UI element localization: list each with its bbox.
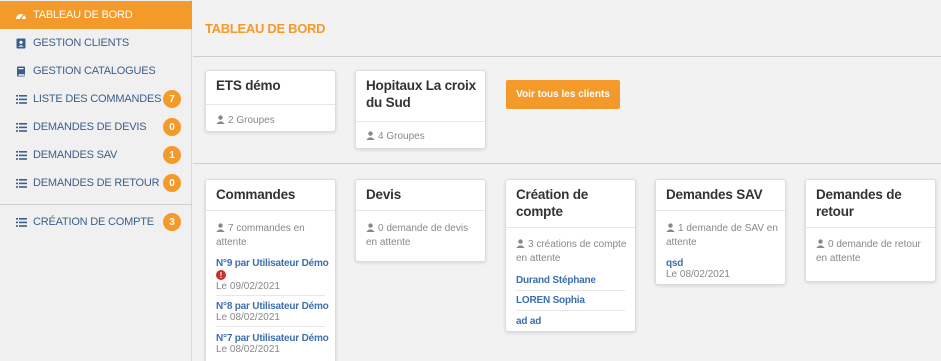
client-groups: 4 Groupes: [366, 130, 479, 144]
card-summary-text: 7 commandes en attente: [216, 223, 305, 248]
order-date: Le 08/02/2021: [216, 312, 280, 323]
order-date: Le 08/02/2021: [216, 344, 280, 355]
sidebar-item-demandes-sav[interactable]: DEMANDES SAV 1: [0, 141, 192, 169]
card-divider: [806, 227, 935, 228]
sidebar-item-label: LISTE DES COMMANDES: [33, 93, 162, 105]
address-book-icon: [15, 37, 27, 49]
card-divider: [356, 210, 485, 211]
sidebar-divider: [0, 204, 192, 205]
sidebar-item-tableau-de-bord[interactable]: TABLEAU DE BORD: [0, 1, 192, 29]
dashboard-icon: [15, 9, 27, 21]
order-link[interactable]: N°8 par Utilisateur Démo: [216, 301, 329, 312]
sidebar-item-label: DEMANDES DE RETOUR: [33, 177, 160, 189]
user-icon: [216, 115, 225, 128]
devis-card: Devis 0 demande de devis en attente: [355, 179, 486, 262]
card-summary-text: 1 demande de SAV en attente: [666, 223, 778, 248]
order-link[interactable]: N°7 par Utilisateur Démo: [216, 333, 329, 344]
item-divider: [216, 295, 325, 296]
card-summary-text: 0 demande de devis en attente: [366, 223, 469, 248]
card-summary-text: 3 créations de compte en attente: [516, 239, 627, 264]
sav-link[interactable]: qsd: [666, 258, 683, 269]
demandes-retour-card: Demandes de retour 0 demande de retour e…: [805, 179, 936, 282]
card-title: Création de compte: [516, 187, 589, 219]
sidebar-item-creation-de-compte[interactable]: CRÉATION DE COMPTE 3: [0, 208, 192, 236]
alert-icon: !: [216, 270, 226, 280]
card-title: Demandes de retour: [816, 187, 902, 219]
card-divider: [656, 210, 785, 211]
card-title: Demandes SAV: [666, 187, 763, 202]
account-link[interactable]: LOREN Sophia: [516, 295, 585, 306]
list-icon: [15, 216, 27, 228]
user-icon: [516, 239, 525, 252]
user-icon: [216, 223, 225, 236]
demandes-sav-card: Demandes SAV 1 demande de SAV en attente…: [655, 179, 786, 285]
client-groups: 2 Groupes: [216, 114, 329, 128]
client-name: Hopitaux La croix du Sud: [366, 78, 476, 110]
user-icon: [816, 239, 825, 252]
page-title: TABLEAU DE BORD: [205, 21, 326, 36]
list-icon: [15, 93, 27, 105]
account-link[interactable]: ad ad: [516, 316, 541, 327]
client-groups-text: 2 Groupes: [228, 115, 275, 126]
item-divider: [516, 290, 625, 291]
item-divider: [516, 310, 625, 311]
count-badge: 7: [163, 90, 181, 108]
client-groups-text: 4 Groupes: [378, 131, 425, 142]
sidebar-item-gestion-clients[interactable]: GESTION CLIENTS: [0, 29, 192, 57]
user-icon: [666, 223, 675, 236]
book-icon: [15, 65, 27, 77]
card-summary: 0 demande de retour en attente: [816, 238, 929, 265]
sidebar-item-label: GESTION CLIENTS: [33, 37, 130, 49]
account-link[interactable]: Durand Stéphane: [516, 275, 596, 286]
main-content: TABLEAU DE BORD ETS démo 2 Groupes Hopit…: [193, 0, 941, 361]
client-card[interactable]: Hopitaux La croix du Sud 4 Groupes: [355, 70, 486, 149]
sidebar-item-label: DEMANDES DE DEVIS: [33, 121, 147, 133]
card-summary: 1 demande de SAV en attente: [666, 222, 779, 249]
sidebar-item-label: DEMANDES SAV: [33, 149, 118, 161]
card-title: Commandes: [216, 187, 296, 202]
item-divider: [216, 326, 325, 327]
order-date: Le 09/02/2021: [216, 281, 280, 292]
sav-date: Le 08/02/2021: [666, 269, 730, 280]
client-name: ETS démo: [216, 78, 281, 93]
count-badge: 1: [163, 146, 181, 164]
sidebar: TABLEAU DE BORD GESTION CLIENTS GESTION …: [0, 0, 192, 361]
creation-compte-card: Création de compte 3 créations de compte…: [505, 179, 636, 332]
count-badge: 0: [163, 118, 181, 136]
list-icon: [15, 177, 27, 189]
sidebar-item-label: GESTION CATALOGUES: [33, 65, 156, 77]
commandes-card: Commandes 7 commandes en attente N°9 par…: [205, 179, 336, 361]
card-title: Devis: [366, 187, 402, 202]
card-summary: 7 commandes en attente: [216, 222, 329, 249]
card-divider: [506, 227, 635, 228]
sidebar-item-liste-des-commandes[interactable]: LISTE DES COMMANDES 7: [0, 85, 192, 113]
card-summary-text: 0 demande de retour en attente: [816, 239, 921, 264]
card-divider: [206, 104, 335, 105]
sidebar-item-label: TABLEAU DE BORD: [33, 9, 133, 21]
user-icon: [366, 131, 375, 144]
see-all-clients-button[interactable]: Voir tous les clients: [506, 80, 620, 109]
count-badge: 3: [163, 213, 181, 231]
list-icon: [15, 149, 27, 161]
sidebar-item-gestion-catalogues[interactable]: GESTION CATALOGUES: [0, 57, 192, 85]
client-card[interactable]: ETS démo 2 Groupes: [205, 70, 336, 132]
header-divider: [193, 56, 941, 57]
sidebar-item-demandes-de-retour[interactable]: DEMANDES DE RETOUR 0: [0, 169, 192, 197]
user-icon: [366, 223, 375, 236]
card-divider: [356, 121, 485, 122]
card-summary: 0 demande de devis en attente: [366, 222, 479, 249]
card-summary: 3 créations de compte en attente: [516, 238, 629, 265]
sidebar-item-label: CRÉATION DE COMPTE: [33, 216, 154, 228]
card-divider: [206, 210, 335, 211]
sidebar-item-demandes-de-devis[interactable]: DEMANDES DE DEVIS 0: [0, 113, 192, 141]
count-badge: 0: [163, 174, 181, 192]
order-link[interactable]: N°9 par Utilisateur Démo: [216, 258, 329, 269]
section-divider: [193, 163, 941, 164]
list-icon: [15, 121, 27, 133]
